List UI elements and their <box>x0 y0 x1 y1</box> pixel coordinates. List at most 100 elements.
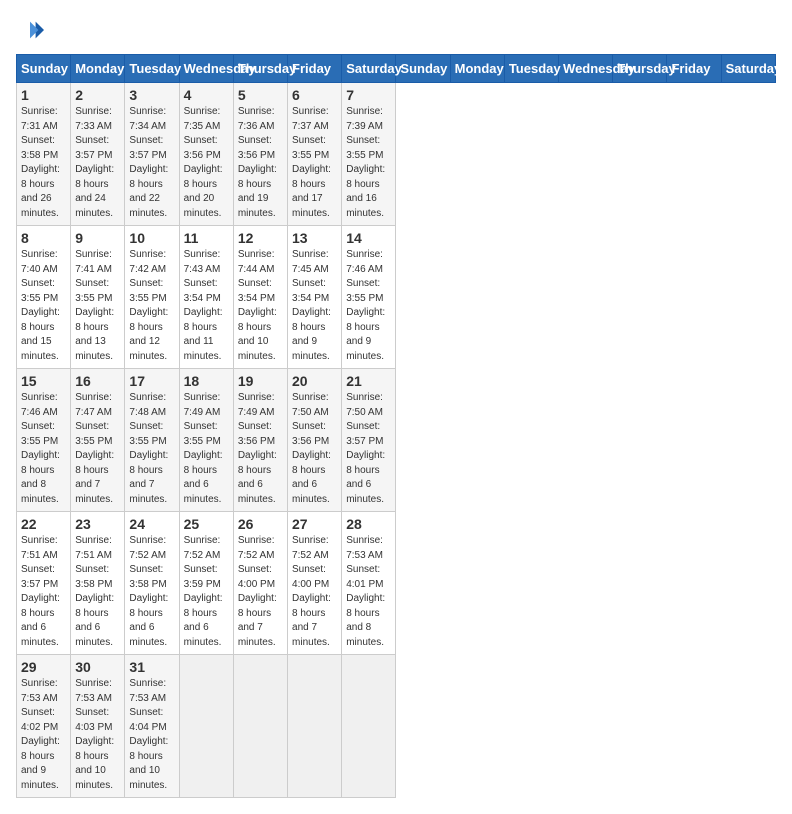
calendar-day: 4 Sunrise: 7:35 AM Sunset: 3:56 PM Daylig… <box>179 83 233 226</box>
day-number: 23 <box>75 516 120 532</box>
day-number: 12 <box>238 230 283 246</box>
header-thursday: Thursday <box>233 55 287 83</box>
day-number: 14 <box>346 230 391 246</box>
calendar-day: 29 Sunrise: 7:53 AM Sunset: 4:02 PM Dayli… <box>17 655 71 798</box>
calendar-week-1: 1 Sunrise: 7:31 AM Sunset: 3:58 PM Daylig… <box>17 83 776 226</box>
day-info: Sunrise: 7:50 AM Sunset: 3:56 PM Dayligh… <box>292 391 337 507</box>
calendar-day <box>233 655 287 798</box>
calendar-day <box>179 655 233 798</box>
calendar-day: 22 Sunrise: 7:51 AM Sunset: 3:57 PM Dayli… <box>17 512 71 655</box>
calendar-day: 17Sunrise: 7:48 AM Sunset: 3:55 PM Dayli… <box>125 369 179 512</box>
header-sunday: Sunday <box>396 55 450 83</box>
day-number: 8 <box>21 230 66 246</box>
day-info: Sunrise: 7:45 AM Sunset: 3:54 PM Dayligh… <box>292 248 337 364</box>
day-info: Sunrise: 7:39 AM Sunset: 3:55 PM Dayligh… <box>346 105 391 221</box>
calendar-week-5: 29 Sunrise: 7:53 AM Sunset: 4:02 PM Dayli… <box>17 655 776 798</box>
day-number: 7 <box>346 87 391 103</box>
calendar-day: 21 Sunrise: 7:50 AM Sunset: 3:57 PM Dayli… <box>342 369 396 512</box>
day-info: Sunrise: 7:51 AM Sunset: 3:57 PM Dayligh… <box>21 534 66 650</box>
calendar-day: 3 Sunrise: 7:34 AM Sunset: 3:57 PM Daylig… <box>125 83 179 226</box>
day-number: 1 <box>21 87 66 103</box>
day-info: Sunrise: 7:47 AM Sunset: 3:55 PM Dayligh… <box>75 391 120 507</box>
day-info: Sunrise: 7:46 AM Sunset: 3:55 PM Dayligh… <box>21 391 66 507</box>
day-info: Sunrise: 7:48 AM Sunset: 3:55 PM Dayligh… <box>129 391 174 507</box>
day-number: 15 <box>21 373 66 389</box>
day-number: 6 <box>292 87 337 103</box>
day-number: 24 <box>129 516 174 532</box>
day-number: 21 <box>346 373 391 389</box>
logo <box>16 16 48 44</box>
day-info: Sunrise: 7:34 AM Sunset: 3:57 PM Dayligh… <box>129 105 174 221</box>
day-info: Sunrise: 7:31 AM Sunset: 3:58 PM Dayligh… <box>21 105 66 221</box>
header-friday: Friday <box>667 55 721 83</box>
calendar-day: 2Sunrise: 7:33 AM Sunset: 3:57 PM Daylig… <box>71 83 125 226</box>
day-info: Sunrise: 7:52 AM Sunset: 4:00 PM Dayligh… <box>292 534 337 650</box>
day-info: Sunrise: 7:49 AM Sunset: 3:55 PM Dayligh… <box>184 391 229 507</box>
header-thursday: Thursday <box>613 55 667 83</box>
calendar-day: 31 Sunrise: 7:53 AM Sunset: 4:04 PM Dayli… <box>125 655 179 798</box>
header-tuesday: Tuesday <box>504 55 558 83</box>
day-number: 13 <box>292 230 337 246</box>
calendar-day <box>342 655 396 798</box>
day-info: Sunrise: 7:42 AM Sunset: 3:55 PM Dayligh… <box>129 248 174 364</box>
calendar-day <box>288 655 342 798</box>
day-info: Sunrise: 7:53 AM Sunset: 4:01 PM Dayligh… <box>346 534 391 650</box>
header-wednesday: Wednesday <box>559 55 613 83</box>
day-number: 25 <box>184 516 229 532</box>
day-number: 16 <box>75 373 120 389</box>
day-info: Sunrise: 7:53 AM Sunset: 4:04 PM Dayligh… <box>129 677 174 793</box>
calendar-day: 11Sunrise: 7:43 AM Sunset: 3:54 PM Dayli… <box>179 226 233 369</box>
day-info: Sunrise: 7:53 AM Sunset: 4:02 PM Dayligh… <box>21 677 66 793</box>
calendar-week-2: 8Sunrise: 7:40 AM Sunset: 3:55 PM Daylig… <box>17 226 776 369</box>
day-number: 4 <box>184 87 229 103</box>
calendar-day: 19 Sunrise: 7:49 AM Sunset: 3:56 PM Dayli… <box>233 369 287 512</box>
logo-icon <box>16 16 44 44</box>
calendar-header-row: SundayMondayTuesdayWednesdayThursdayFrid… <box>17 55 776 83</box>
calendar-day: 24 Sunrise: 7:52 AM Sunset: 3:58 PM Dayli… <box>125 512 179 655</box>
day-info: Sunrise: 7:41 AM Sunset: 3:55 PM Dayligh… <box>75 248 120 364</box>
day-number: 3 <box>129 87 174 103</box>
calendar-table: SundayMondayTuesdayWednesdayThursdayFrid… <box>16 54 776 798</box>
calendar-day: 25Sunrise: 7:52 AM Sunset: 3:59 PM Dayli… <box>179 512 233 655</box>
page-header <box>16 16 776 44</box>
calendar-day: 20Sunrise: 7:50 AM Sunset: 3:56 PM Dayli… <box>288 369 342 512</box>
header-saturday: Saturday <box>721 55 775 83</box>
calendar-day: 10Sunrise: 7:42 AM Sunset: 3:55 PM Dayli… <box>125 226 179 369</box>
day-number: 19 <box>238 373 283 389</box>
header-monday: Monday <box>71 55 125 83</box>
day-number: 31 <box>129 659 174 675</box>
calendar-day: 30Sunrise: 7:53 AM Sunset: 4:03 PM Dayli… <box>71 655 125 798</box>
calendar-day: 5 Sunrise: 7:36 AM Sunset: 3:56 PM Daylig… <box>233 83 287 226</box>
day-info: Sunrise: 7:52 AM Sunset: 4:00 PM Dayligh… <box>238 534 283 650</box>
day-number: 5 <box>238 87 283 103</box>
day-info: Sunrise: 7:36 AM Sunset: 3:56 PM Dayligh… <box>238 105 283 221</box>
calendar-day: 6Sunrise: 7:37 AM Sunset: 3:55 PM Daylig… <box>288 83 342 226</box>
calendar-day: 18Sunrise: 7:49 AM Sunset: 3:55 PM Dayli… <box>179 369 233 512</box>
day-info: Sunrise: 7:43 AM Sunset: 3:54 PM Dayligh… <box>184 248 229 364</box>
header-monday: Monday <box>450 55 504 83</box>
calendar-week-4: 22 Sunrise: 7:51 AM Sunset: 3:57 PM Dayli… <box>17 512 776 655</box>
header-sunday: Sunday <box>17 55 71 83</box>
calendar-day: 8Sunrise: 7:40 AM Sunset: 3:55 PM Daylig… <box>17 226 71 369</box>
day-number: 28 <box>346 516 391 532</box>
day-number: 27 <box>292 516 337 532</box>
calendar-day: 15 Sunrise: 7:46 AM Sunset: 3:55 PM Dayli… <box>17 369 71 512</box>
day-info: Sunrise: 7:49 AM Sunset: 3:56 PM Dayligh… <box>238 391 283 507</box>
calendar-week-3: 15 Sunrise: 7:46 AM Sunset: 3:55 PM Dayli… <box>17 369 776 512</box>
calendar-day: 28 Sunrise: 7:53 AM Sunset: 4:01 PM Dayli… <box>342 512 396 655</box>
calendar-day: 12Sunrise: 7:44 AM Sunset: 3:54 PM Dayli… <box>233 226 287 369</box>
day-number: 2 <box>75 87 120 103</box>
calendar-day: 7 Sunrise: 7:39 AM Sunset: 3:55 PM Daylig… <box>342 83 396 226</box>
day-number: 22 <box>21 516 66 532</box>
day-info: Sunrise: 7:35 AM Sunset: 3:56 PM Dayligh… <box>184 105 229 221</box>
day-info: Sunrise: 7:46 AM Sunset: 3:55 PM Dayligh… <box>346 248 391 364</box>
calendar-day: 23Sunrise: 7:51 AM Sunset: 3:58 PM Dayli… <box>71 512 125 655</box>
header-wednesday: Wednesday <box>179 55 233 83</box>
calendar-day: 14 Sunrise: 7:46 AM Sunset: 3:55 PM Dayli… <box>342 226 396 369</box>
calendar-day: 27 Sunrise: 7:52 AM Sunset: 4:00 PM Dayli… <box>288 512 342 655</box>
calendar-day: 1 Sunrise: 7:31 AM Sunset: 3:58 PM Daylig… <box>17 83 71 226</box>
day-number: 29 <box>21 659 66 675</box>
day-info: Sunrise: 7:52 AM Sunset: 3:58 PM Dayligh… <box>129 534 174 650</box>
calendar-day: 9Sunrise: 7:41 AM Sunset: 3:55 PM Daylig… <box>71 226 125 369</box>
day-info: Sunrise: 7:50 AM Sunset: 3:57 PM Dayligh… <box>346 391 391 507</box>
